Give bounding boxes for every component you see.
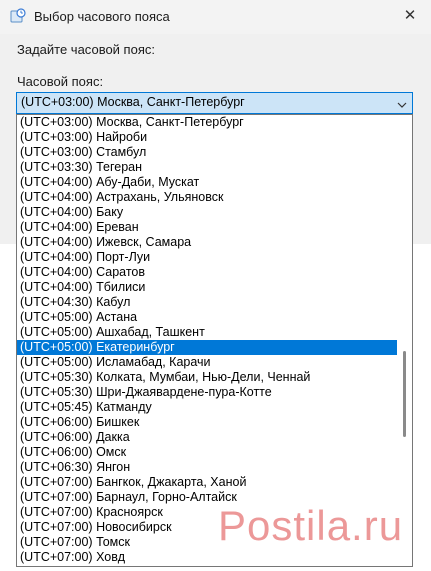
timezone-option[interactable]: (UTC+03:00) Москва, Санкт-Петербург	[17, 115, 397, 130]
timezone-select-value: (UTC+03:00) Москва, Санкт-Петербург	[21, 95, 245, 109]
timezone-option[interactable]: (UTC+06:00) Бишкек	[17, 415, 397, 430]
timezone-option[interactable]: (UTC+03:00) Стамбул	[17, 145, 397, 160]
timezone-option[interactable]: (UTC+05:45) Катманду	[17, 400, 397, 415]
timezone-option[interactable]: (UTC+07:00) Ховд	[17, 550, 397, 565]
timezone-option[interactable]: (UTC+05:30) Шри-Джаявардене-пура-Котте	[17, 385, 397, 400]
timezone-option[interactable]: (UTC+04:00) Баку	[17, 205, 397, 220]
window-title: Выбор часового пояса	[34, 9, 170, 24]
chevron-down-icon[interactable]	[397, 97, 407, 108]
timezone-option[interactable]: (UTC+04:00) Тбилиси	[17, 280, 397, 295]
watermark-logo: Postila.ru	[218, 502, 404, 549]
timezone-option[interactable]: (UTC+06:30) Янгон	[17, 460, 397, 475]
timezone-option[interactable]: (UTC+04:00) Астрахань, Ульяновск	[17, 190, 397, 205]
timezone-label: Часовой пояс:	[17, 74, 104, 89]
title-bar: Выбор часового пояса ✕	[0, 0, 431, 34]
timezone-option[interactable]: (UTC+05:00) Исламабад, Карачи	[17, 355, 397, 370]
timezone-option[interactable]: (UTC+06:00) Омск	[17, 445, 397, 460]
timezone-option[interactable]: (UTC+05:00) Ашхабад, Ташкент	[17, 325, 397, 340]
timezone-option[interactable]: (UTC+07:00) Бангкок, Джакарта, Ханой	[17, 475, 397, 490]
timezone-option[interactable]: (UTC+04:00) Ереван	[17, 220, 397, 235]
timezone-option[interactable]: (UTC+03:30) Тегеран	[17, 160, 397, 175]
timezone-option[interactable]: (UTC+03:00) Найроби	[17, 130, 397, 145]
timezone-option[interactable]: (UTC+04:00) Саратов	[17, 265, 397, 280]
timezone-option[interactable]: (UTC+05:00) Екатеринбург	[17, 340, 397, 355]
scrollbar[interactable]	[398, 115, 412, 566]
timezone-options: (UTC+03:00) Москва, Санкт-Петербург (UTC+…	[17, 115, 397, 565]
timezone-option[interactable]: (UTC+04:00) Абу-Даби, Мускат	[17, 175, 397, 190]
timezone-select[interactable]: (UTC+03:00) Москва, Санкт-Петербург	[16, 92, 413, 114]
timezone-option[interactable]: (UTC+06:00) Дакка	[17, 430, 397, 445]
timezone-option[interactable]: (UTC+05:30) Колката, Мумбаи, Нью-Дели, Ч…	[17, 370, 397, 385]
close-button[interactable]: ✕	[397, 5, 423, 27]
scrollbar-thumb[interactable]	[403, 351, 406, 437]
timezone-option[interactable]: (UTC+04:00) Порт-Луи	[17, 250, 397, 265]
timezone-option[interactable]: (UTC+04:30) Кабул	[17, 295, 397, 310]
timezone-dropdown-list[interactable]: (UTC+03:00) Москва, Санкт-Петербург (UTC+…	[16, 114, 413, 567]
clock-globe-icon	[10, 8, 26, 24]
timezone-option[interactable]: (UTC+04:00) Ижевск, Самара	[17, 235, 397, 250]
prompt-label: Задайте часовой пояс:	[17, 42, 155, 57]
timezone-option[interactable]: (UTC+05:00) Астана	[17, 310, 397, 325]
